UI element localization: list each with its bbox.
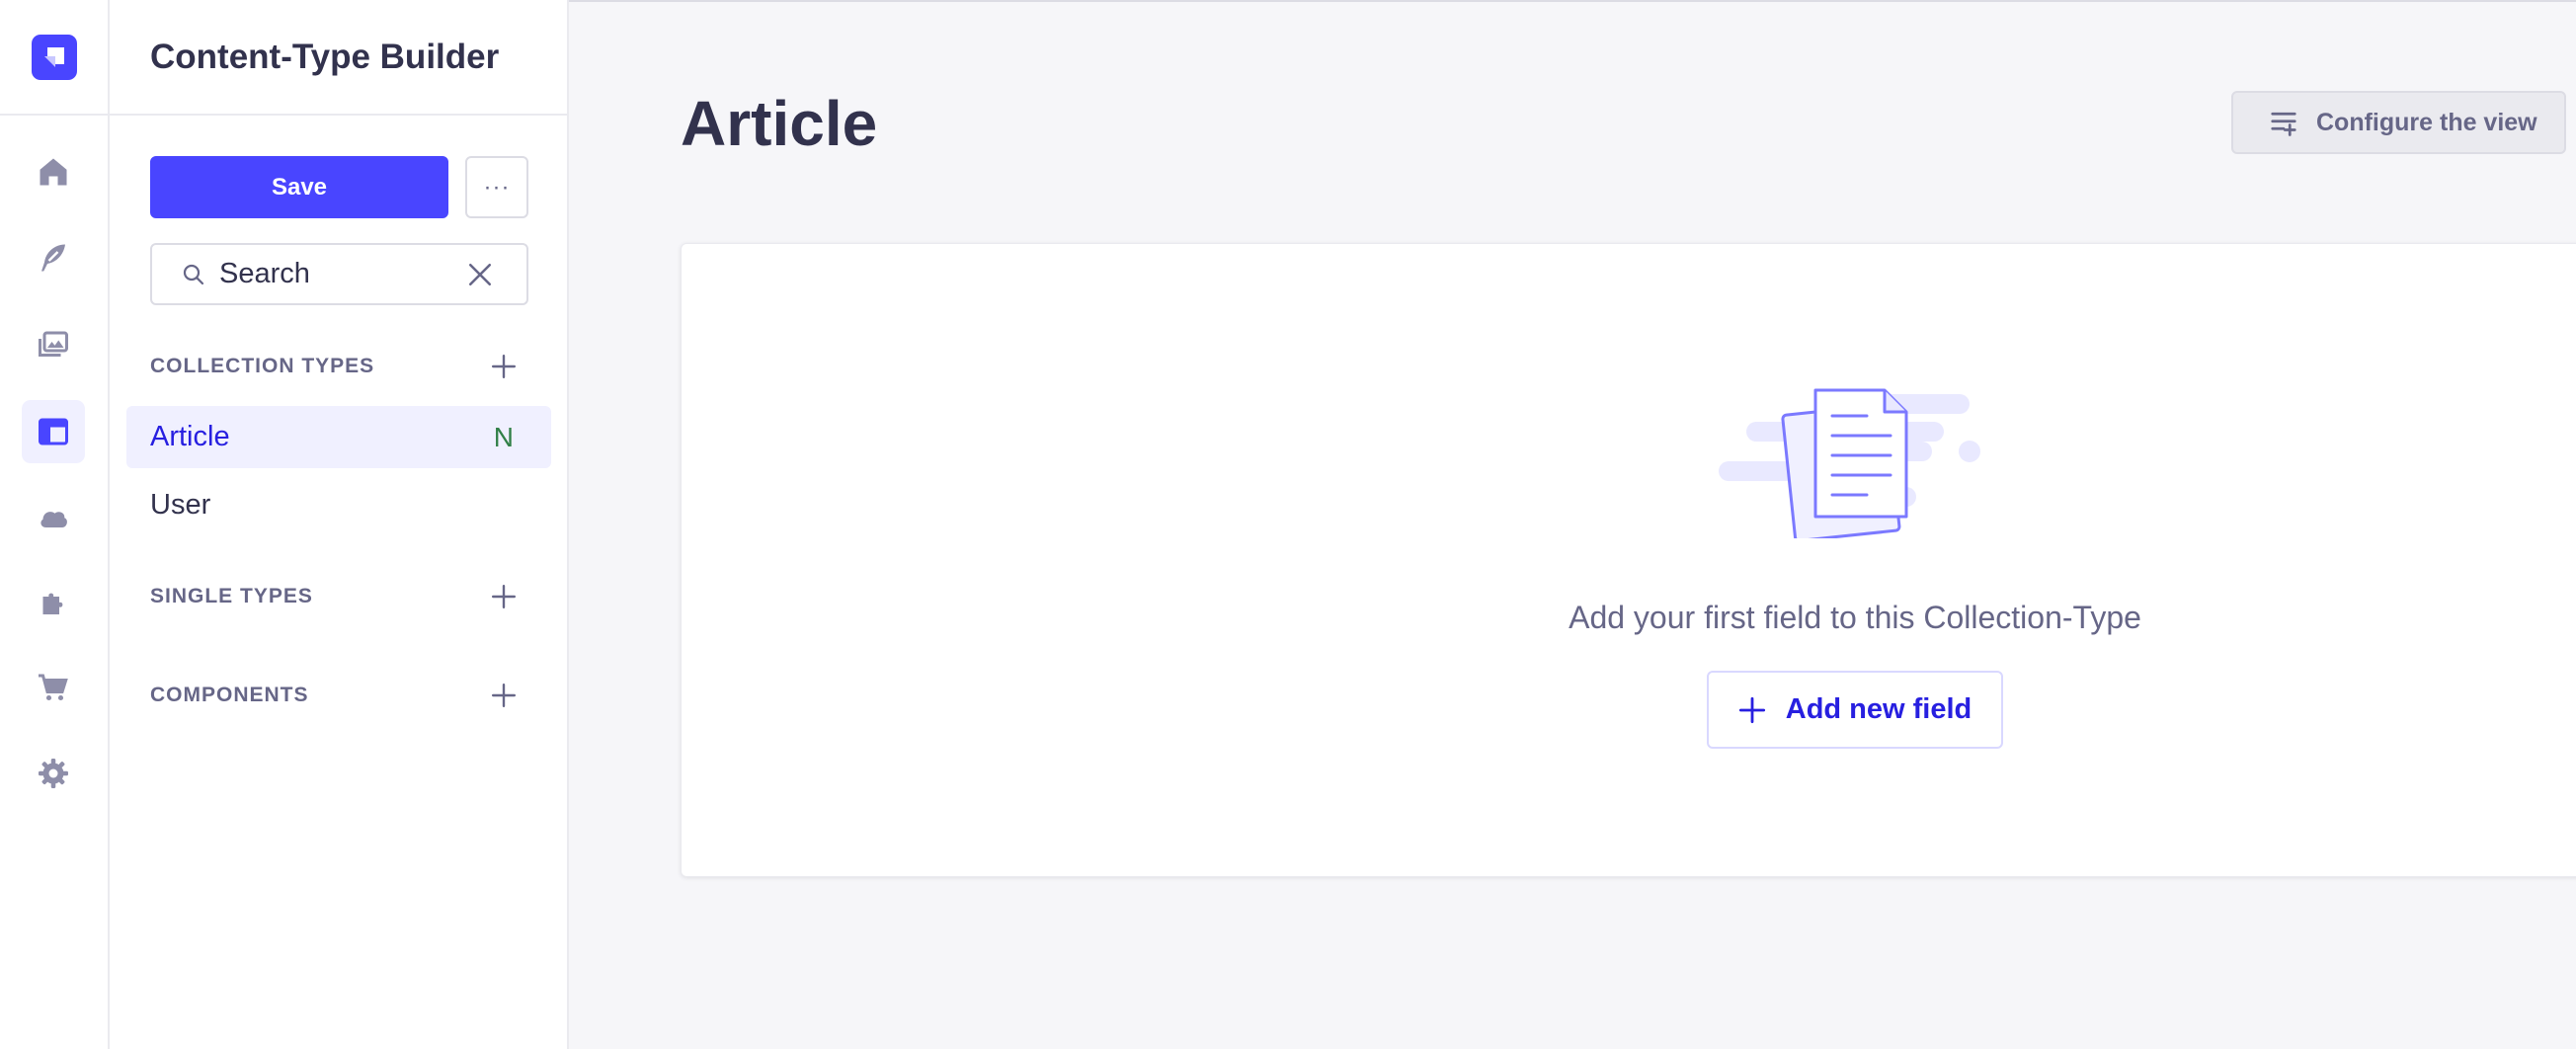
- home-icon[interactable]: [22, 140, 85, 203]
- configure-list-icon: [2271, 112, 2296, 136]
- content-type-builder-panel: Content-Type Builder Save ··· COLLECTION…: [110, 0, 569, 1049]
- rail-logo-area: [0, 0, 108, 116]
- collection-item-article[interactable]: Article N: [126, 406, 551, 468]
- content-type-builder-icon[interactable]: [22, 400, 85, 463]
- media-library-icon[interactable]: [22, 313, 85, 376]
- new-badge: N: [493, 421, 514, 452]
- add-component-button[interactable]: [489, 681, 519, 710]
- collection-types-header: COLLECTION TYPES: [150, 347, 528, 386]
- add-single-type-button[interactable]: [489, 582, 519, 611]
- search-input[interactable]: [219, 258, 437, 290]
- logo-icon[interactable]: [31, 34, 77, 80]
- panel-header: Content-Type Builder: [110, 0, 567, 116]
- add-new-field-label: Add new field: [1785, 693, 1972, 725]
- main-nav-rail: [0, 0, 110, 1049]
- close-icon[interactable]: [467, 262, 493, 287]
- feather-icon[interactable]: [22, 226, 85, 289]
- plus-icon: [1738, 696, 1765, 723]
- puzzle-icon[interactable]: [22, 571, 85, 634]
- app-root: Content-Type Builder Save ··· COLLECTION…: [0, 0, 2576, 1049]
- single-types-header: SINGLE TYPES: [150, 577, 528, 616]
- plus-icon: [491, 354, 517, 379]
- plus-icon: [491, 683, 517, 708]
- single-types-label: SINGLE TYPES: [150, 585, 313, 607]
- list-item-label: User: [150, 489, 211, 521]
- add-collection-type-button[interactable]: [489, 352, 519, 381]
- empty-state-card: [681, 243, 2576, 877]
- configure-view-label: Configure the view: [2316, 108, 2537, 136]
- document-illustration-icon: [1719, 388, 1980, 538]
- more-icon: ···: [483, 173, 511, 201]
- configure-view-button[interactable]: Configure the view: [2231, 91, 2566, 154]
- search-icon: [183, 264, 204, 284]
- save-button[interactable]: Save: [150, 156, 448, 218]
- components-label: COMPONENTS: [150, 684, 309, 706]
- more-actions-button[interactable]: ···: [465, 156, 528, 218]
- list-item-label: Article: [150, 421, 230, 452]
- collection-types-label: COLLECTION TYPES: [150, 355, 375, 377]
- search-field: [150, 243, 528, 305]
- top-divider: [569, 0, 2576, 2]
- page-title: Article: [681, 88, 878, 159]
- panel-title: Content-Type Builder: [150, 37, 500, 76]
- cart-icon[interactable]: [22, 656, 85, 719]
- settings-icon[interactable]: [22, 742, 85, 805]
- cloud-icon[interactable]: [22, 487, 85, 550]
- collection-item-user[interactable]: User: [126, 474, 551, 536]
- empty-state-message: Add your first field to this Collection-…: [1569, 600, 2141, 635]
- plus-icon: [491, 584, 517, 609]
- components-header: COMPONENTS: [150, 676, 528, 715]
- add-new-field-button[interactable]: Add new field: [1707, 671, 2003, 749]
